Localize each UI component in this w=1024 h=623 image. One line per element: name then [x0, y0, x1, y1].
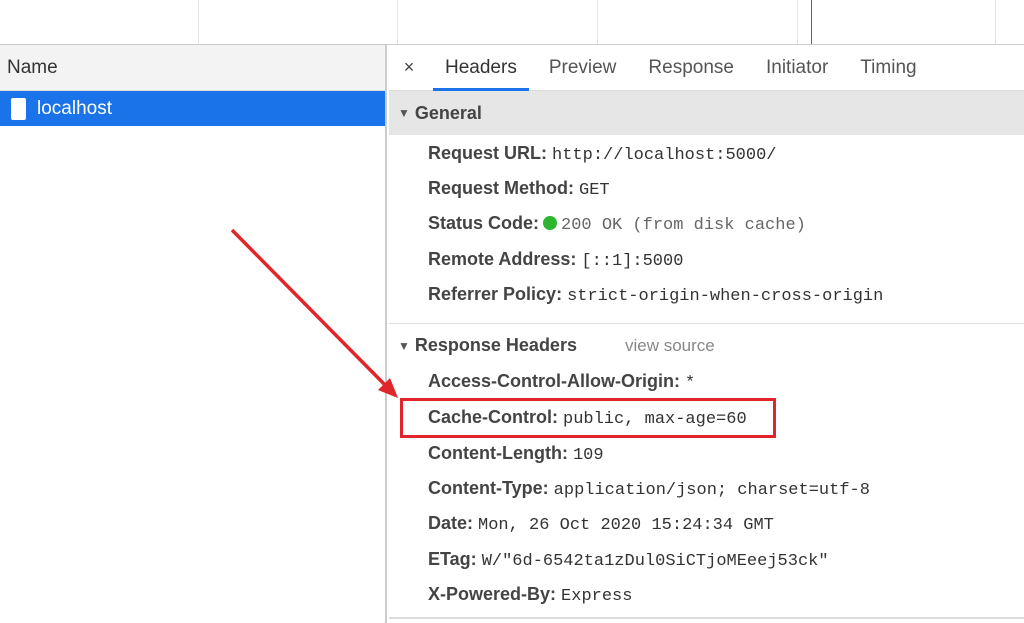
annotation-arrow-icon [0, 0, 1024, 623]
